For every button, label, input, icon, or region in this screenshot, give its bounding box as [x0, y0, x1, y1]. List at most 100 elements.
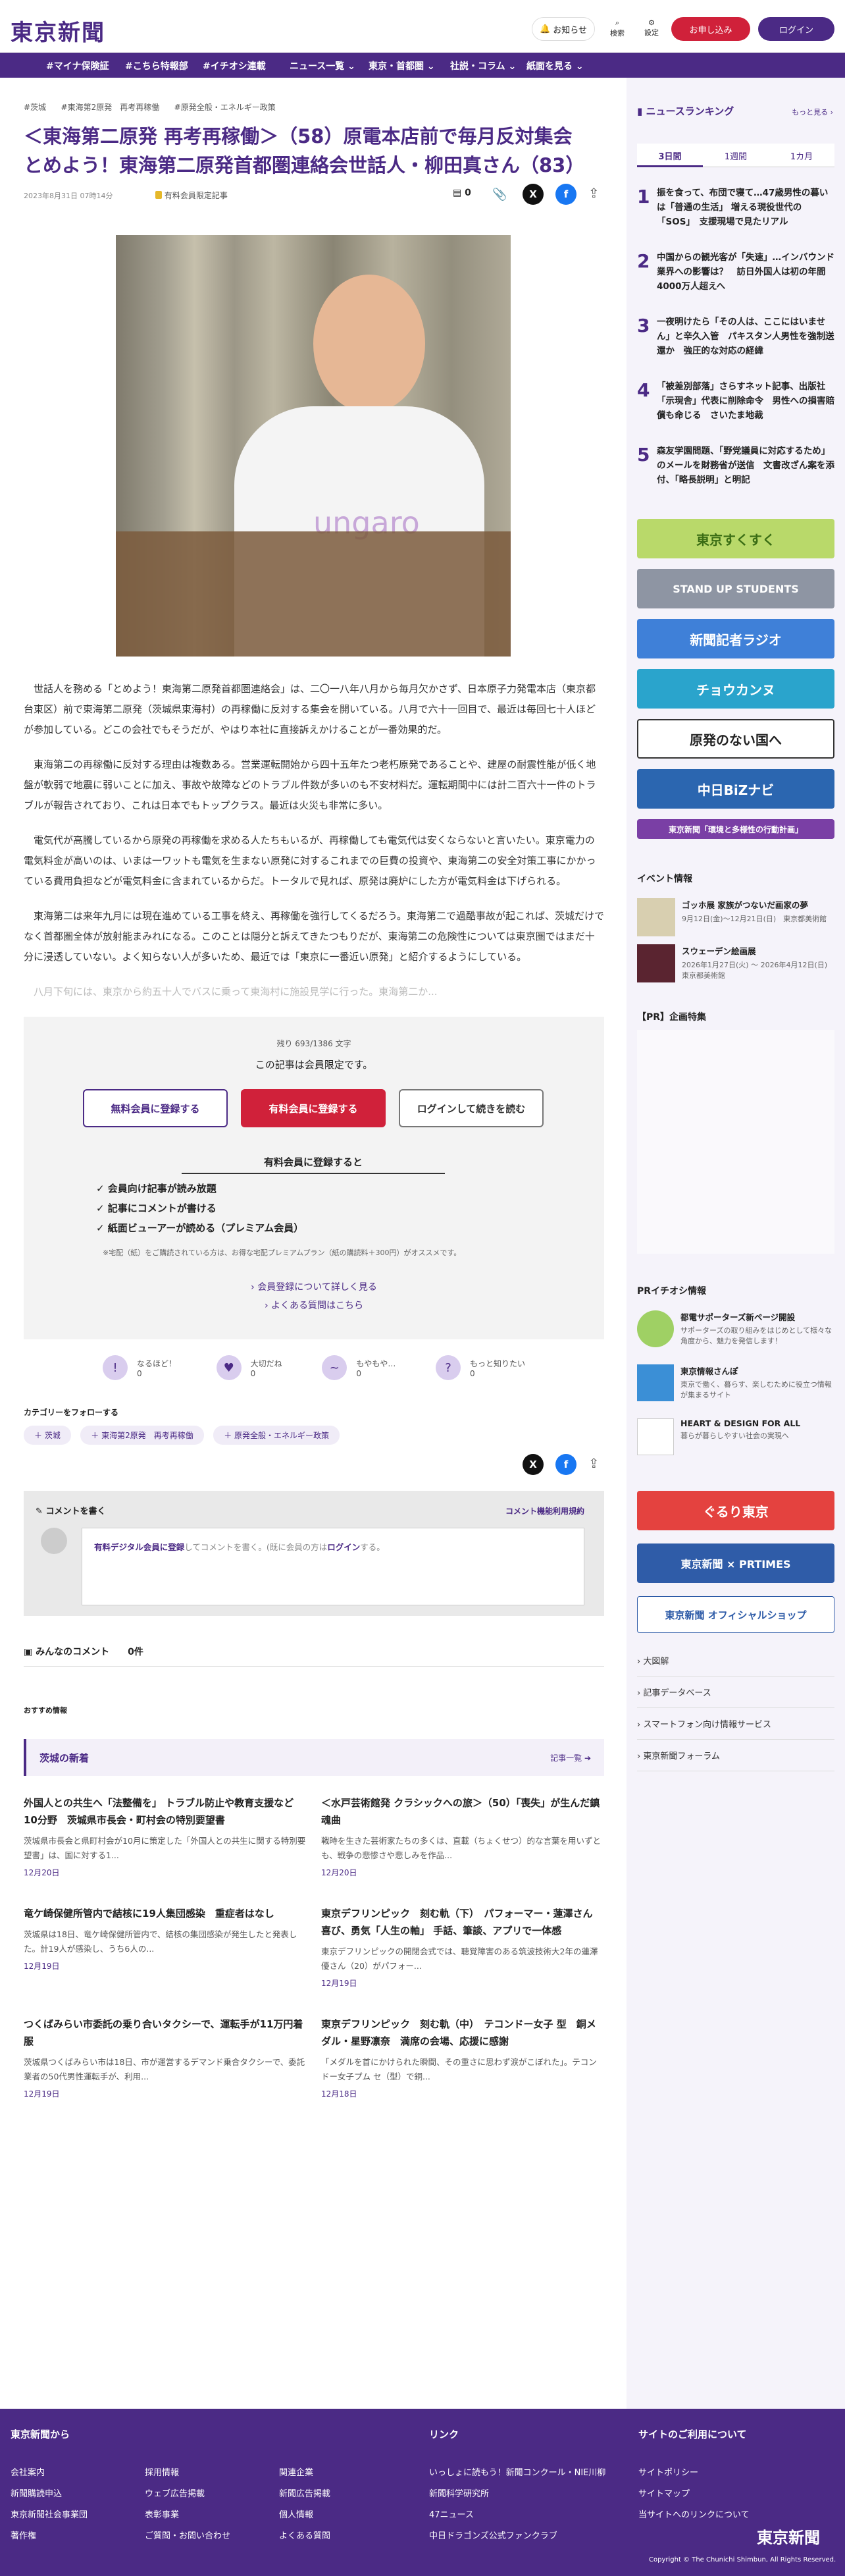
site-logo[interactable]: 東京新聞: [11, 14, 105, 47]
share-icon[interactable]: ⇪: [588, 185, 600, 201]
ranking-item[interactable]: 5 森友学園問題、「野党議員に対応するため」のメールを財務省が送信 文書改ざん案を…: [637, 444, 834, 487]
sidebar-link-forum[interactable]: › 東京新聞フォーラム: [637, 1749, 834, 1771]
nav-item[interactable]: 東京・首都圏 ⌄: [369, 59, 435, 72]
footer-link[interactable]: 著作権: [11, 2529, 36, 2541]
pr-info-item[interactable]: 都電サポーターズ新ページ開設 サポーターズの取り組みをはじめとして様々な角度から、…: [637, 1310, 834, 1347]
reaction-motto[interactable]: ? もっと知りたい 0: [435, 1355, 525, 1380]
banner-shop[interactable]: 東京新聞 オフィシャルショップ: [637, 1596, 834, 1633]
faq-link[interactable]: › よくある質問はこちら: [24, 1299, 604, 1312]
reaction-naruhodo[interactable]: ! なるほど！ 0: [103, 1355, 176, 1380]
comment-count[interactable]: ▤ 0: [453, 188, 471, 198]
share-icon[interactable]: ⇪: [588, 1455, 600, 1471]
notice-button[interactable]: 🔔 お知らせ: [532, 17, 595, 41]
footer-link[interactable]: 採用情報: [145, 2465, 179, 2478]
nav-item[interactable]: 社説・コラム ⌄: [450, 59, 516, 72]
footer-link[interactable]: 中日ドラゴンズ公式ファンクラブ: [429, 2529, 557, 2541]
comment-login-link[interactable]: ログイン: [327, 1542, 360, 1552]
footer-link[interactable]: 東京新聞社会事業団: [11, 2508, 88, 2520]
article-tag[interactable]: #原発全般・エネルギー政策: [174, 103, 276, 112]
free-register-button[interactable]: 無料会員に登録する: [83, 1089, 228, 1127]
ranking-item[interactable]: 4 「被差別部落」さらすネット記事、出版社「示現舎」代表に削除命令 男性への損害賠…: [637, 379, 834, 423]
news-item[interactable]: ＜水戸芸術館発 クラシックへの旅＞（50）「喪失」が生んだ鎮魂曲 戦時を生きた芸術…: [321, 1794, 604, 1878]
banner-genpatsu[interactable]: 原発のない国へ: [637, 719, 834, 759]
search-icon: ⌕: [615, 18, 620, 27]
banner-gururi[interactable]: ぐるり東京: [637, 1491, 834, 1530]
clip-icon[interactable]: 📎: [492, 188, 507, 201]
login-button[interactable]: ログイン: [758, 17, 834, 41]
pr-info-item[interactable]: 東京情報さんぽ 東京で働く、暮らす、楽しむために役立つ情報が集まるサイト: [637, 1364, 834, 1401]
banner-sukusuku[interactable]: 東京すくすく: [637, 519, 834, 558]
banner-chokanu[interactable]: チョウカンヌ: [637, 669, 834, 709]
tab-1month[interactable]: 1カ月: [769, 144, 834, 167]
pr-info-item[interactable]: HEART & DESIGN FOR ALL 暮らが暮らしやすい社会の実現へ: [637, 1418, 834, 1455]
ranking-more-link[interactable]: もっと見る ›: [792, 107, 833, 117]
sidebar-link-smartphone[interactable]: › スマートフォン向け情報サービス: [637, 1717, 834, 1740]
nav-item[interactable]: #マイナ保険証: [46, 59, 109, 72]
footer-link[interactable]: 個人情報: [279, 2508, 313, 2520]
footer-link[interactable]: 会社案内: [11, 2465, 45, 2478]
facebook-share-icon[interactable]: f: [555, 184, 576, 205]
nav-item[interactable]: #イチオシ連載: [203, 59, 266, 72]
tab-3days[interactable]: 3日間: [637, 144, 703, 167]
footer-link[interactable]: ウェブ広告掲載: [145, 2486, 205, 2499]
banner-bizuavi[interactable]: 中日BiZナビ: [637, 769, 834, 809]
comment-input[interactable]: 有料デジタル会員に登録してコメントを書く。(既に会員の方はログインする。: [82, 1528, 584, 1605]
comment-register-link[interactable]: 有料デジタル会員に登録: [94, 1542, 184, 1552]
footer-link[interactable]: 新聞購読申込: [11, 2486, 62, 2499]
news-item[interactable]: つくばみらい市委託の乗り合いタクシーで、運転手が11万円着服 茨城県つくばみらい市…: [24, 2016, 307, 2099]
sidebar-link-daizukai[interactable]: › 大図解: [637, 1654, 834, 1677]
footer-link[interactable]: 新聞科学研究所: [429, 2486, 489, 2499]
sidebar-link-database[interactable]: › 記事データベース: [637, 1686, 834, 1708]
news-item[interactable]: 東京デフリンピック 刻む軌（中） テコンドー女子 型 銅メダル・星野凛奈 満席の…: [321, 2016, 604, 2099]
footer-link[interactable]: 47ニュース: [429, 2508, 474, 2520]
footer-logo[interactable]: 東京新聞: [757, 2525, 820, 2548]
x-share-icon[interactable]: X: [523, 184, 544, 205]
tab-1week[interactable]: 1週間: [703, 144, 769, 167]
nav-item[interactable]: 紙面を見る ⌄: [526, 59, 584, 72]
footer-link[interactable]: ご質問・お問い合わせ: [145, 2529, 230, 2541]
footer-link[interactable]: 当サイトへのリンクについて: [638, 2508, 750, 2520]
facebook-share-icon[interactable]: f: [555, 1454, 576, 1475]
article-tag[interactable]: #茨城: [24, 103, 46, 112]
follow-tag[interactable]: ＋ 東海第2原発 再考再稼働: [80, 1426, 204, 1445]
reaction-taisetsu[interactable]: ♥ 大切だね 0: [216, 1355, 282, 1380]
write-comment-title: ✎ コメントを書く: [36, 1507, 106, 1516]
x-share-icon[interactable]: X: [523, 1454, 544, 1475]
ranking-item[interactable]: 2 中国からの観光客が「失速」…インバウンド業界への影響は？ 訪日外国人は初の年間…: [637, 250, 834, 294]
footer-link[interactable]: 新聞広告掲載: [279, 2486, 330, 2499]
footer-link[interactable]: サイトマップ: [638, 2486, 690, 2499]
member-info-link[interactable]: › 会員登録について詳しく見る: [24, 1280, 604, 1293]
footer-link[interactable]: いっしょに読もう！新聞コンクール・NIE川柳: [429, 2465, 605, 2478]
login-continue-button[interactable]: ログインして続きを読む: [399, 1089, 544, 1127]
ranking-item[interactable]: 3 一夜明けたら「その人は、ここにはいません」と辛久入管 パキスタン人男性を強制送…: [637, 315, 834, 358]
event-item[interactable]: スウェーデン絵画展 2026年1月27日(火) 〜 2026年4月12日(日) 東…: [637, 944, 834, 982]
footer-link[interactable]: 関連企業: [279, 2465, 313, 2478]
footer-link[interactable]: 表彰事業: [145, 2508, 179, 2520]
banner-environment[interactable]: 東京新聞「環境と多様性の行動計画」: [637, 819, 834, 839]
comment-box: ✎ コメントを書く コメント機能利用規約 有料デジタル会員に登録してコメントを書…: [24, 1491, 604, 1616]
follow-tag[interactable]: ＋ 茨城: [24, 1426, 71, 1445]
event-item[interactable]: ゴッホ展 家族がつないだ画家の夢 9月12日(金)〜12月21日(日) 東京都美術…: [637, 898, 834, 936]
follow-tag[interactable]: ＋ 原発全般・エネルギー政策: [213, 1426, 340, 1445]
paid-register-button[interactable]: 有料会員に登録する: [241, 1089, 386, 1127]
banner-prtimes[interactable]: 東京新聞 × PRTIMES: [637, 1543, 834, 1583]
nav-item[interactable]: ニュース一覧 ⌄: [290, 59, 355, 72]
footer-link[interactable]: サイトポリシー: [638, 2465, 698, 2478]
section-more-link[interactable]: 記事一覧 ➔: [550, 1752, 591, 1763]
ranking-item[interactable]: 1 振を食って、布団で寝て…47歳男性の暮いは「普通の生活」 増える現役世代の「S…: [637, 186, 834, 229]
subscribe-button[interactable]: お申し込み: [671, 17, 750, 41]
nav-item[interactable]: #こちら特報部: [125, 59, 188, 72]
news-item[interactable]: 外国人との共生へ「法整備を」 トラブル防止や教育支援など10分野 茨城県市長会・…: [24, 1794, 307, 1878]
sidebar: ▮ ニュースランキング もっと見る › 3日間 1週間 1カ月 1 振を食って、布…: [627, 78, 845, 2409]
news-item[interactable]: 東京デフリンピック 刻む軌（下） パフォーマー・蓮澤さん 喜び、勇気「人生の軸」…: [321, 1905, 604, 1989]
reaction-moyamoya[interactable]: ~ もやもや… 0: [322, 1355, 396, 1380]
banner-stand-up-students[interactable]: STAND UP STUDENTS: [637, 569, 834, 608]
news-item[interactable]: 竜ケ崎保健所管内で結核に19人集団感染 重症者はなし 茨城県は18日、竜ケ崎保健所…: [24, 1905, 307, 1972]
search-button[interactable]: ⌕ 検索: [605, 18, 629, 38]
article-tag[interactable]: #東海第2原発 再考再稼働: [61, 103, 160, 112]
settings-button[interactable]: ⚙ 設定: [640, 18, 663, 38]
article-paragraph-fade: 八月下旬には、東京から約五十人でバスに乗って東海村に施設見学に行った。東海第二か…: [34, 986, 438, 998]
comment-policy-link[interactable]: コメント機能利用規約: [505, 1505, 584, 1516]
banner-radio[interactable]: 新聞記者ラジオ: [637, 619, 834, 658]
footer-link[interactable]: よくある質問: [279, 2529, 330, 2541]
